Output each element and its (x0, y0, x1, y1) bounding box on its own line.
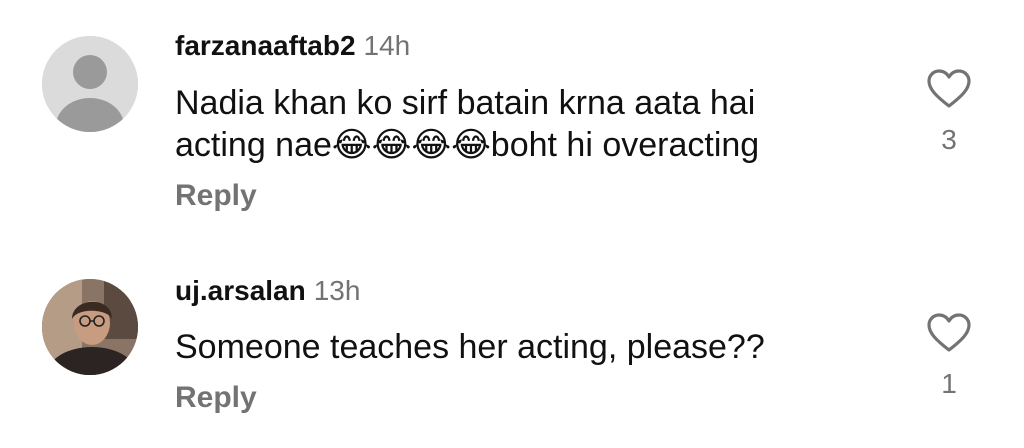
comment-item: farzanaaftab2 14h Nadia khan ko sirf bata… (0, 0, 1024, 240)
timestamp: 13h (313, 275, 361, 306)
default-avatar-icon (42, 36, 138, 132)
like-count: 1 (941, 368, 957, 399)
like-button[interactable] (926, 68, 972, 110)
like-button[interactable] (926, 312, 972, 354)
username[interactable]: uj.arsalan (175, 275, 306, 306)
comment-meta: farzanaaftab2 14h (175, 30, 410, 62)
heart-icon (927, 313, 971, 352)
avatar[interactable] (42, 279, 138, 375)
comment-meta: uj.arsalan 13h (175, 275, 360, 307)
comment-text: Someone teaches her acting, please?? (175, 326, 895, 368)
avatar[interactable] (42, 36, 138, 132)
profile-photo (42, 279, 138, 375)
comment-text-line: acting nae😂😂😂😂boht hi overacting (175, 126, 760, 164)
comment-text-line: Nadia khan ko sirf batain krna aata hai (175, 84, 756, 122)
like-count: 3 (941, 124, 957, 155)
username[interactable]: farzanaaftab2 (175, 30, 356, 61)
comment-text: Nadia khan ko sirf batain krna aata hai … (175, 82, 895, 166)
timestamp: 14h (363, 30, 411, 61)
heart-icon (927, 69, 971, 108)
comment-item: uj.arsalan 13h Someone teaches her acting… (0, 240, 1024, 448)
reply-button[interactable]: Reply (175, 381, 257, 415)
reply-button[interactable]: Reply (175, 179, 257, 213)
comment-text-line: Someone teaches her acting, please?? (175, 328, 765, 366)
